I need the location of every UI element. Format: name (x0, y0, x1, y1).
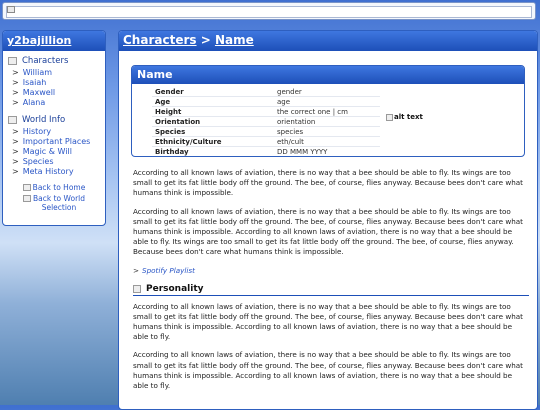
table-row: Gender gender (152, 87, 380, 97)
table-row: Height the correct one | cm (152, 106, 380, 117)
back-to-home-link[interactable]: Back to Home (3, 183, 105, 193)
broken-image-icon (386, 113, 393, 121)
table-row: Birthday DD MMM YYYY (152, 146, 380, 156)
broken-image-icon (7, 6, 15, 13)
broken-image-icon (22, 184, 31, 191)
breadcrumb-page-link[interactable]: Name (215, 33, 254, 47)
sidebar-item-maxwell[interactable]: > Maxwell (12, 88, 105, 98)
profile-image-alt: alt text (394, 113, 423, 121)
personality-heading-label: Personality (146, 283, 204, 294)
paragraph: According to all known laws of aviation,… (133, 301, 523, 342)
characters-heading-label: Characters (22, 56, 69, 66)
sidebar-item-william[interactable]: > William (12, 68, 105, 78)
sidebar-item-important-places[interactable]: > Important Places (12, 137, 105, 147)
profile-card: Name Gender gender Age age Height the corre… (131, 65, 525, 157)
world-info-heading-label: World Info (22, 115, 66, 125)
content-body: According to all known laws of aviation,… (133, 168, 529, 399)
personality-heading: Personality (133, 284, 529, 296)
breadcrumb-separator: > (196, 33, 215, 47)
broken-image-icon (8, 116, 17, 124)
paragraph: According to all known laws of aviation,… (133, 350, 523, 391)
site-title-link[interactable]: y2bajillion (3, 31, 105, 51)
profile-title: Name (132, 66, 524, 84)
top-frame-inner (6, 6, 532, 18)
broken-image-icon (23, 194, 31, 202)
sidebar-item-magic-will[interactable]: > Magic & Will (12, 147, 105, 157)
back-to-world-link[interactable]: Back to World Selection (3, 194, 105, 213)
characters-heading: Characters (8, 56, 105, 66)
top-frame-bar (2, 2, 536, 20)
table-row: Age age (152, 96, 380, 107)
table-row: Ethnicity/Culture eth/cult (152, 136, 380, 147)
paragraph: According to all known laws of aviation,… (133, 168, 523, 198)
spotify-playlist-link[interactable]: > Spotify Playlist (133, 266, 529, 275)
paragraph: According to all known laws of aviation,… (133, 206, 523, 257)
breadcrumb-characters-link[interactable]: Characters (123, 33, 197, 47)
profile-stats-table: Gender gender Age age Height the correct on… (152, 87, 380, 156)
world-info-list: > History > Important Places > Magic & Will… (12, 127, 105, 177)
sidebar: y2bajillion Characters > William > Isaiah … (2, 30, 106, 226)
world-info-heading: World Info (8, 115, 105, 125)
sidebar-item-isaiah[interactable]: > Isaiah (12, 78, 105, 88)
sidebar-item-meta-history[interactable]: > Meta History (12, 167, 105, 177)
sidebar-item-history[interactable]: > History (12, 127, 105, 137)
sidebar-item-alana[interactable]: > Alana (12, 98, 105, 108)
broken-image-icon (8, 57, 17, 65)
broken-image-icon (133, 284, 141, 293)
sidebar-item-species[interactable]: > Species (12, 157, 105, 167)
sidebar-back-links: Back to Home Back to World Selection (3, 183, 105, 213)
main-panel: Characters > Name Name Gender gender Age a… (118, 30, 538, 410)
table-row: Orientation orientation (152, 116, 380, 127)
characters-list: > William > Isaiah > Maxwell > Alana (12, 68, 105, 108)
breadcrumb: Characters > Name (119, 31, 537, 51)
table-row: Species species (152, 126, 380, 137)
profile-image: alt text (386, 113, 423, 121)
